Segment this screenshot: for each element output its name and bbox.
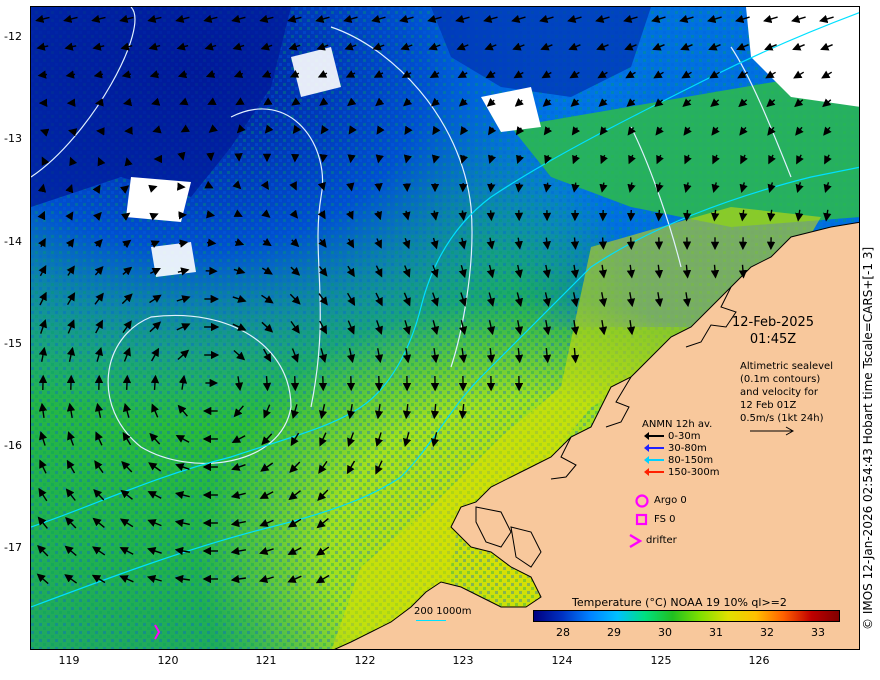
anmn-row-label: 80-150m <box>668 455 714 466</box>
velocity-arrow <box>626 237 636 250</box>
anmn-legend-title: ANMN 12h av. <box>642 419 713 430</box>
colorbar-tick: 32 <box>760 626 774 639</box>
velocity-arrow <box>37 183 47 193</box>
velocity-arrow <box>148 184 158 193</box>
anmn-row-label: 0-30m <box>668 431 701 442</box>
anmn-legend-row: 30-80m <box>644 443 707 455</box>
y-tick-label: -13 <box>4 132 22 145</box>
y-tick-label: -15 <box>4 337 22 350</box>
velocity-arrow <box>570 237 580 250</box>
velocity-arrow <box>319 153 328 163</box>
x-tick-label: 123 <box>452 654 474 667</box>
altimetry-line: 12 Feb 01Z <box>740 400 797 411</box>
velocity-arrow <box>150 374 160 390</box>
altimetry-line: Altimetric sealevel <box>740 361 833 372</box>
y-tick-label: -17 <box>4 541 22 554</box>
argo-circle-icon <box>635 494 649 508</box>
date-time-label: 12-Feb-2025 01:45Z <box>732 314 814 348</box>
velocity-arrow <box>486 210 495 222</box>
x-tick-label: 122 <box>354 654 376 667</box>
velocity-arrow <box>206 238 217 247</box>
copyright-text: © IMOS 12-Jan-2026 02:54:43 Hobart time … <box>861 246 875 630</box>
velocity-arrow <box>683 209 692 222</box>
x-tick-label: 126 <box>748 654 770 667</box>
velocity-arrow <box>69 156 78 167</box>
velocity-arrow <box>515 182 524 193</box>
arrow-icon <box>644 456 664 464</box>
arrow-icon <box>644 444 664 452</box>
date-label: 12-Feb-2025 <box>732 315 815 330</box>
velocity-arrow <box>710 264 720 279</box>
velocity-arrow <box>598 237 608 250</box>
anmn-legend-row: 0-30m <box>644 431 701 443</box>
y-tick-label: -12 <box>4 30 22 43</box>
argo-label: Argo 0 <box>654 495 687 506</box>
velocity-arrow <box>487 182 496 193</box>
colorbar-tick: 30 <box>658 626 672 639</box>
velocity-arrow <box>152 125 162 134</box>
fs-label: FS 0 <box>654 514 676 525</box>
temperature-colorbar <box>533 610 840 622</box>
time-label: 01:45Z <box>749 332 797 347</box>
velocity-arrow <box>374 182 383 192</box>
contour-legend-label: 200 1000m <box>414 606 472 617</box>
arrow-icon <box>644 468 664 476</box>
anmn-row-label: 150-300m <box>668 467 720 478</box>
anmn-legend-row: 80-150m <box>644 455 714 467</box>
colorbar-title: Temperature (°C) NOAA 19 10% ql>=2 <box>572 596 787 609</box>
arrow-icon <box>644 432 664 440</box>
y-tick-label: -16 <box>4 439 22 452</box>
anmn-row-label: 30-80m <box>668 443 707 454</box>
y-tick-label: -14 <box>4 235 22 248</box>
altimetry-line: and velocity for <box>740 387 819 398</box>
colorbar-tick: 33 <box>811 626 825 639</box>
colorbar-tick: 31 <box>709 626 723 639</box>
velocity-arrow <box>68 128 78 137</box>
x-tick-label: 125 <box>650 654 672 667</box>
x-tick-label: 120 <box>157 654 179 667</box>
velocity-arrow <box>654 209 664 222</box>
x-tick-label: 119 <box>58 654 80 667</box>
velocity-arrow <box>347 154 356 164</box>
anmn-legend-row: 150-300m <box>644 467 720 479</box>
velocity-arrow <box>206 210 216 219</box>
velocity-arrow <box>738 264 748 279</box>
altimetry-line: (0.1m contours) <box>740 374 821 385</box>
velocity-arrow <box>290 376 300 392</box>
velocity-arrow <box>626 209 636 222</box>
velocity-arrow <box>122 374 132 390</box>
contour-legend: 200 1000m <box>414 606 472 621</box>
drifter-chevron-icon <box>629 533 643 549</box>
velocity-arrow <box>94 98 104 107</box>
x-tick-label: 121 <box>255 654 277 667</box>
colorbar-tick: 29 <box>607 626 621 639</box>
x-tick-label: 124 <box>551 654 573 667</box>
velocity-arrow <box>262 376 272 392</box>
contour-line-swatch <box>416 620 446 621</box>
scale-arrow-icon <box>750 426 795 436</box>
velocity-arrow <box>97 157 106 167</box>
altimetry-note: Altimetric sealevel (0.1m contours) and … <box>740 360 833 425</box>
fs-square-icon <box>635 513 648 526</box>
drifter-label: drifter <box>646 535 677 546</box>
colorbar-tick: 28 <box>556 626 570 639</box>
